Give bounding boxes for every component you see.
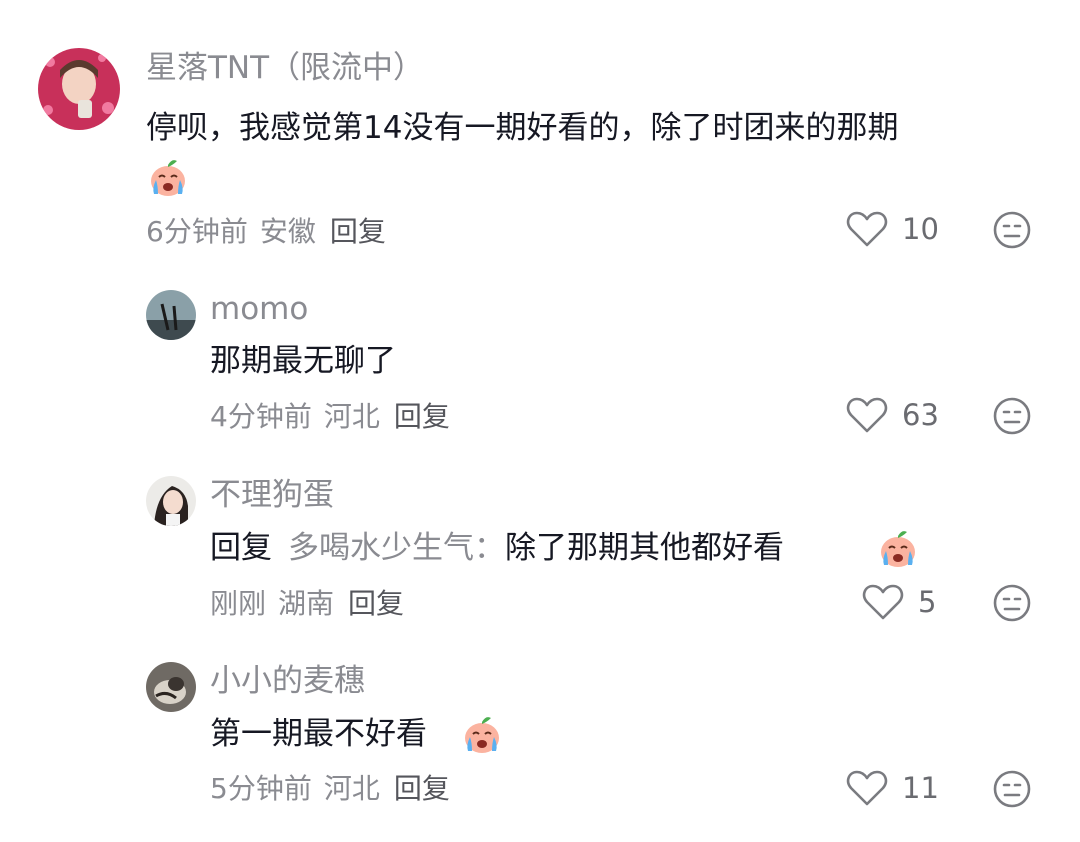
crying-peach-emoji (146, 155, 190, 199)
reply-target-user[interactable]: 多喝水少生气： (288, 530, 505, 566)
comment-time: 刚刚 (210, 587, 267, 620)
neutral-face-icon (993, 770, 1031, 808)
dislike-button[interactable] (992, 769, 1032, 809)
like-button[interactable]: 10 (846, 210, 939, 248)
like-count: 11 (902, 770, 939, 805)
neutral-face-icon (993, 584, 1031, 622)
heart-outline-icon (846, 770, 888, 806)
avatar[interactable] (146, 290, 196, 340)
dislike-button[interactable] (992, 396, 1032, 436)
like-count: 63 (902, 397, 939, 432)
like-button[interactable]: 63 (846, 396, 939, 434)
reply-prefix: 回复 (210, 530, 272, 566)
heart-outline-icon (862, 584, 904, 620)
avatar-image (146, 476, 196, 526)
comment-location: 河北 (323, 772, 380, 805)
like-count: 10 (902, 211, 939, 246)
dislike-button[interactable] (992, 210, 1032, 250)
like-button[interactable]: 11 (846, 769, 939, 807)
comment-meta: 刚刚 湖南 回复 (210, 590, 404, 618)
comment-text-content: 除了那期其他都好看 (505, 530, 784, 566)
avatar-image (38, 48, 120, 130)
reply-button[interactable]: 回复 (394, 772, 450, 805)
avatar[interactable] (146, 662, 196, 712)
comment-time: 5分钟前 (210, 772, 312, 805)
neutral-face-icon (993, 211, 1031, 249)
comment-time: 6分钟前 (146, 215, 248, 248)
heart-outline-icon (846, 397, 888, 433)
comment-username[interactable]: momo (210, 294, 308, 325)
comment-meta: 5分钟前 河北 回复 (210, 775, 450, 803)
comment-location: 安徽 (259, 215, 316, 248)
avatar[interactable] (38, 48, 120, 130)
avatar-image (146, 290, 196, 340)
avatar[interactable] (146, 476, 196, 526)
comment-time: 4分钟前 (210, 400, 312, 433)
comment-location: 湖南 (278, 587, 335, 620)
dislike-button[interactable] (992, 583, 1032, 623)
reply-button[interactable]: 回复 (394, 400, 450, 433)
like-button[interactable]: 5 (862, 583, 936, 621)
comment-text: 回复 多喝水少生气：除了那期其他都好看 (210, 533, 784, 564)
comment-text-content: 停呗，我感觉第14没有一期好看的，除了时团来的那期 (146, 110, 899, 146)
comment-text: 停呗，我感觉第14没有一期好看的，除了时团来的那期 (146, 113, 898, 144)
comment-username[interactable]: 星落TNT（限流中） (146, 53, 424, 84)
comment-text: 第一期最不好看 (210, 716, 427, 752)
avatar-image (146, 662, 196, 712)
crying-peach-emoji (460, 712, 504, 756)
comment-username[interactable]: 小小的麦穗 (210, 666, 365, 697)
reply-button[interactable]: 回复 (348, 587, 404, 620)
comment-location: 河北 (323, 400, 380, 433)
comment-meta: 6分钟前 安徽 回复 (146, 218, 386, 246)
heart-outline-icon (846, 211, 888, 247)
crying-peach-emoji (876, 526, 920, 570)
reply-button[interactable]: 回复 (330, 215, 386, 248)
comment-text: 那期最无聊了 (210, 343, 396, 379)
comment-username[interactable]: 不理狗蛋 (210, 480, 334, 511)
comment-meta: 4分钟前 河北 回复 (210, 403, 450, 431)
like-count: 5 (918, 584, 937, 619)
neutral-face-icon (993, 397, 1031, 435)
